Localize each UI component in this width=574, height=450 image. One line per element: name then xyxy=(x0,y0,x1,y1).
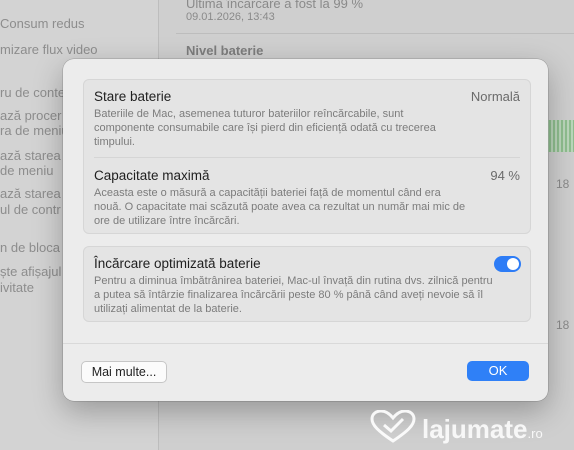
bg-sidebar-item: n de bloca xyxy=(0,240,60,255)
bg-sidebar-item: Consum redus xyxy=(0,16,85,31)
bg-sidebar-item: ivitate xyxy=(0,280,34,295)
footer-divider xyxy=(63,343,548,344)
bg-sidebar-item: ște afișajul xyxy=(0,264,62,279)
bg-sidebar-item: ază starea xyxy=(0,148,61,163)
bg-axis-label: 18 xyxy=(556,318,570,332)
battery-state-description: Bateriile de Mac, asemenea tuturor bater… xyxy=(94,108,436,148)
battery-state-title: Stare baterie xyxy=(94,89,172,104)
bg-sidebar-item: ra de meniu xyxy=(0,123,69,138)
bg-sidebar-item: ru de conte xyxy=(0,85,66,100)
bg-divider xyxy=(176,33,574,34)
optimized-charging-toggle[interactable] xyxy=(494,256,521,272)
bg-sidebar-item: de meniu xyxy=(0,163,54,178)
max-capacity-value: 94 % xyxy=(490,168,520,183)
battery-info-card: Stare baterie Normală Bateriile de Mac, … xyxy=(83,79,531,234)
bg-axis-label: 18 xyxy=(556,177,570,191)
max-capacity-row: Capacitate maximă 94 % Aceasta este o mă… xyxy=(94,168,520,228)
more-button[interactable]: Mai multe... xyxy=(81,361,167,383)
heart-check-icon xyxy=(370,410,416,443)
battery-info-dialog: Stare baterie Normală Bateriile de Mac, … xyxy=(63,59,548,401)
watermark-suffix: .ro xyxy=(527,426,543,441)
bg-sidebar-item: ază procer xyxy=(0,108,62,123)
battery-state-value: Normală xyxy=(470,89,520,104)
max-capacity-description: Aceasta este o măsură a capacității bate… xyxy=(94,187,466,227)
bg-battery-chart xyxy=(545,120,574,152)
bg-last-charge-date: 09.01.2026, 13:43 xyxy=(186,11,275,23)
watermark: lajumate.ro xyxy=(370,408,574,448)
bg-sidebar-item: mizare flux video xyxy=(0,42,98,57)
optimized-charging-description: Pentru a diminua îmbătrânirea bateriei, … xyxy=(94,275,493,315)
bg-last-charge: Ultima încărcare a fost la 99 % xyxy=(186,0,364,11)
battery-state-row: Stare baterie Normală Bateriile de Mac, … xyxy=(94,89,520,149)
optimized-charging-card: Încărcare optimizată baterie Pentru a di… xyxy=(83,246,531,322)
optimized-charging-row: Încărcare optimizată baterie Pentru a di… xyxy=(94,256,520,316)
toggle-knob xyxy=(507,258,519,270)
watermark-text: lajumate.ro xyxy=(422,414,543,445)
watermark-brand: lajumate xyxy=(422,414,528,444)
ok-button[interactable]: OK xyxy=(467,361,529,381)
bg-sidebar-item: ază starea xyxy=(0,186,61,201)
bg-sidebar-item: ul de contr xyxy=(0,202,61,217)
card-divider xyxy=(94,157,520,158)
bg-section-title: Nivel baterie xyxy=(186,43,264,58)
optimized-charging-title: Încărcare optimizată baterie xyxy=(94,256,261,271)
max-capacity-title: Capacitate maximă xyxy=(94,168,210,183)
